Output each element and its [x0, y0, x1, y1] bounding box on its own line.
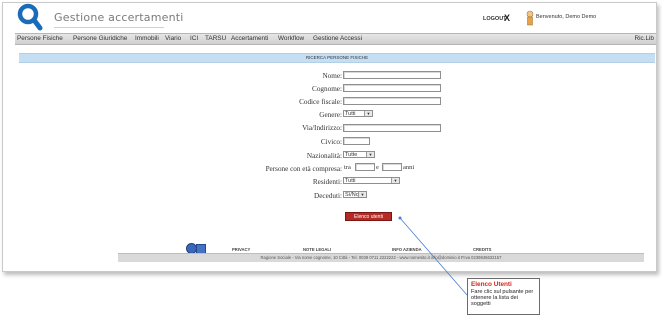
callout-title: Elenco Utenti — [471, 281, 512, 288]
help-callout: Elenco Utenti Fare clic sul pulsante per… — [467, 278, 540, 315]
callout-text: Fare clic sul pulsante per ottenere la l… — [471, 289, 534, 308]
callout-connector — [398, 216, 468, 296]
